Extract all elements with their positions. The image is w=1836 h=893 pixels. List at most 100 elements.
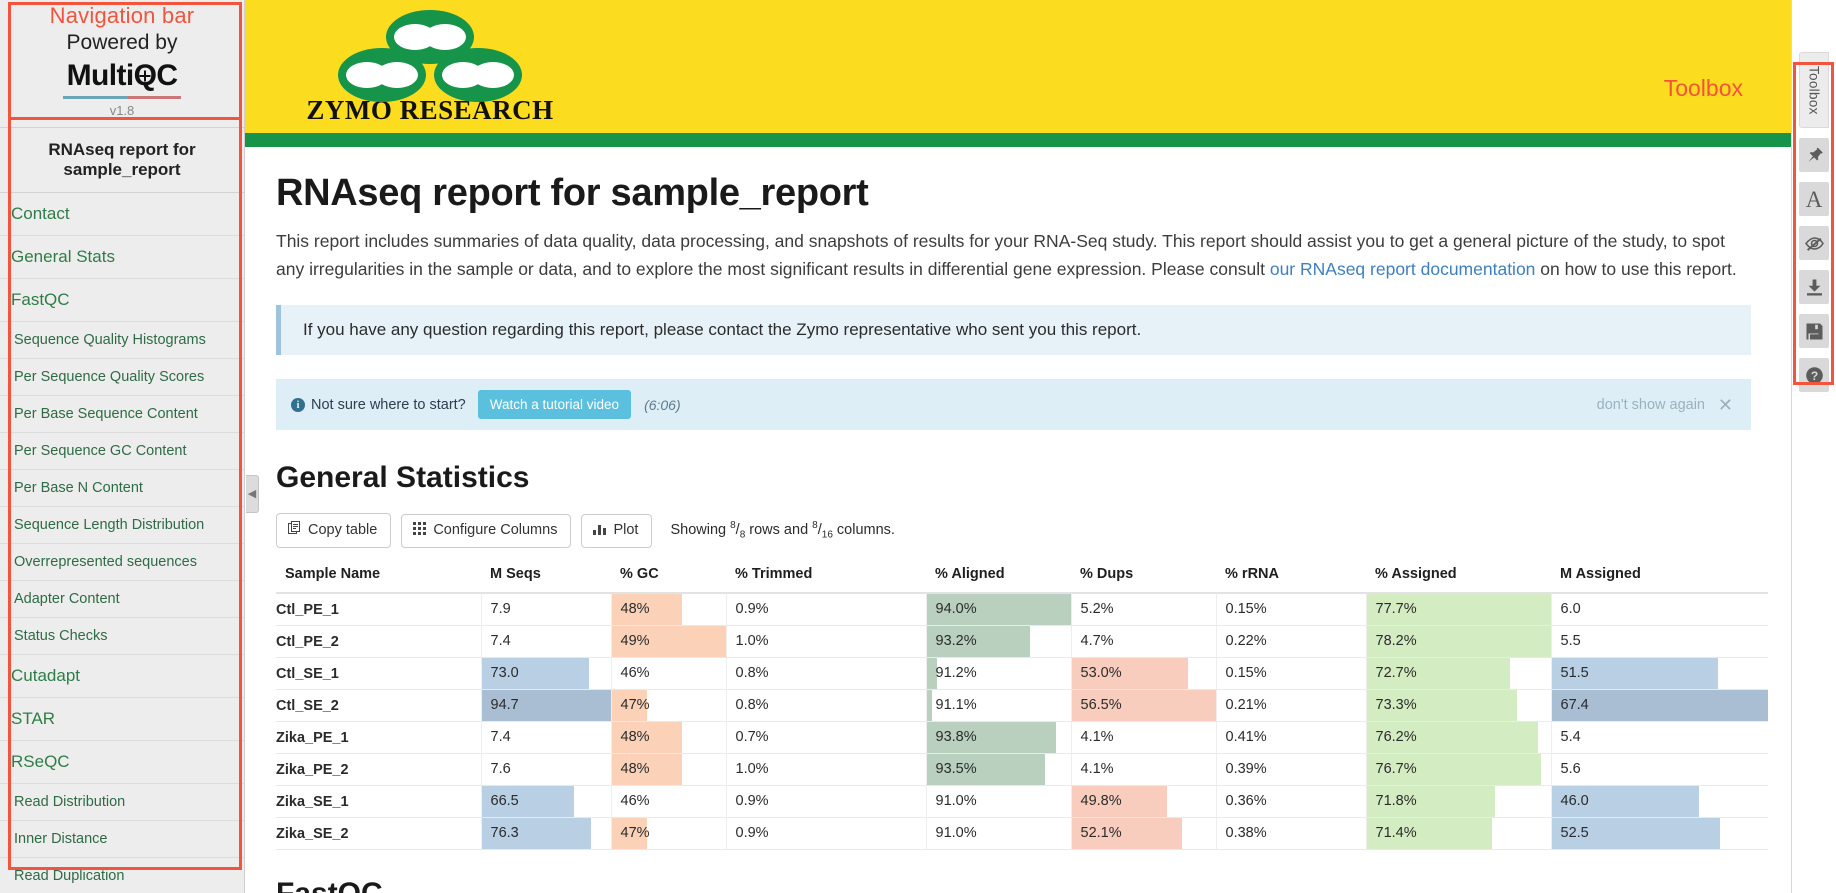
eye-slash-icon[interactable] — [1799, 226, 1829, 260]
cell-dups: 4.1% — [1070, 753, 1216, 786]
cell-sample-name: Zika_SE_2 — [276, 817, 481, 850]
general-statistics-table: Sample Name M Seqs% GC% Trimmed% Aligned%… — [276, 561, 1768, 850]
table-header-row: Sample Name M Seqs% GC% Trimmed% Aligned%… — [276, 561, 1768, 594]
sidebar-item-sequence-quality-histograms[interactable]: Sequence Quality Histograms — [0, 322, 244, 359]
sidebar-item-label: FastQC — [11, 290, 70, 309]
highlight-text-icon[interactable]: A — [1799, 182, 1829, 216]
sidebar-item-label: Per Base N Content — [14, 480, 143, 496]
column-header[interactable]: % rRNA — [1216, 561, 1366, 594]
cell-value: 46.0 — [1560, 793, 1589, 809]
sidebar-item-label: Read Duplication — [14, 868, 125, 884]
cell-trimmed: 0.8% — [725, 657, 926, 690]
cell-trimmed: 0.9% — [725, 817, 926, 850]
dont-show-again-link[interactable]: don't show again — [1597, 397, 1705, 413]
info-circle-icon: i — [291, 397, 305, 412]
cell-value: 46% — [620, 793, 650, 809]
sidebar-item-per-base-n-content[interactable]: Per Base N Content — [0, 470, 244, 507]
sidebar-item-fastqc[interactable]: FastQC — [0, 279, 244, 322]
cell-aligned: 91.2% — [925, 657, 1071, 690]
table-row: Ctl_PE_1 7.9 48% 0.9% 94.0% 5.2% 0.15% 77.7% 6.0 — [276, 593, 1768, 626]
sidebar-item-contact[interactable]: Contact — [0, 193, 244, 236]
table-row: Zika_SE_1 66.5 46% 0.9% 91.0% 49.8% 0.36% 71.8%… — [276, 785, 1768, 818]
cell-value: 4.1% — [1080, 761, 1114, 777]
sidebar-item-label: Sequence Quality Histograms — [14, 332, 206, 348]
multiqc-logo[interactable]: MultiQC — [0, 61, 244, 99]
column-header[interactable]: Sample Name — [276, 561, 481, 594]
sidebar-item-adapter-content[interactable]: Adapter Content — [0, 581, 244, 618]
help-icon[interactable]: ? — [1799, 358, 1829, 392]
sidebar-item-read-distribution[interactable]: Read Distribution — [0, 784, 244, 821]
copy-table-button[interactable]: Copy table — [276, 513, 392, 548]
sidebar-item-cutadapt[interactable]: Cutadapt — [0, 655, 244, 698]
multiqc-logo-c: C — [156, 59, 178, 92]
highlight-text-glyph: A — [1805, 186, 1823, 212]
cell-assigned-pct: 73.3% — [1365, 689, 1551, 722]
showing-prefix: Showing — [670, 521, 731, 538]
save-icon[interactable] — [1799, 314, 1829, 348]
cell-trimmed: 1.0% — [725, 753, 926, 786]
toolbox-tab[interactable]: Toolbox — [1799, 52, 1829, 128]
sidebar-item-rseqc[interactable]: RSeQC — [0, 741, 244, 784]
sidebar-item-sequence-length-distribution[interactable]: Sequence Length Distribution — [0, 507, 244, 544]
download-icon[interactable] — [1799, 270, 1829, 304]
sidebar-item-per-sequence-quality-scores[interactable]: Per Sequence Quality Scores — [0, 359, 244, 396]
cell-gc: 47% — [610, 689, 726, 722]
zymo-cells-graphic — [330, 10, 530, 102]
column-header[interactable]: % Trimmed — [726, 561, 926, 594]
cell-trimmed: 0.9% — [725, 593, 926, 626]
sidebar-item-overrepresented-sequences[interactable]: Overrepresented sequences — [0, 544, 244, 581]
column-header[interactable]: % GC — [611, 561, 726, 594]
sidebar-collapse-handle[interactable]: ◀ — [246, 475, 259, 513]
cell-m-assigned: 5.6 — [1550, 753, 1768, 786]
close-icon[interactable]: ✕ — [1718, 396, 1733, 414]
zymo-logo: ZYMO RESEARCH — [305, 10, 555, 126]
column-header[interactable]: % Aligned — [926, 561, 1071, 594]
cell-value: 67.4 — [1560, 697, 1589, 713]
column-header[interactable]: M Seqs — [481, 561, 611, 594]
cell-value: 93.8% — [935, 729, 977, 745]
sidebar-item-status-checks[interactable]: Status Checks — [0, 618, 244, 655]
intro-paragraph: This report includes summaries of data q… — [276, 227, 1751, 283]
sidebar-report-title: RNAseq report for sample_report — [0, 128, 244, 193]
cell-value: 0.22% — [1225, 633, 1267, 649]
sidebar-item-per-base-sequence-content[interactable]: Per Base Sequence Content — [0, 396, 244, 433]
cell-dups: 56.5% — [1070, 689, 1216, 722]
cell-trimmed: 0.7% — [725, 721, 926, 754]
green-divider-bar — [245, 133, 1791, 147]
contact-info-banner: If you have any question regarding this … — [276, 305, 1751, 355]
cell-value: 49.8% — [1080, 793, 1122, 809]
cell-sample-name: Ctl_PE_1 — [276, 593, 481, 626]
cell-m-assigned: 5.4 — [1550, 721, 1768, 754]
sidebar-item-star[interactable]: STAR — [0, 698, 244, 741]
cell-value: 7.9 — [490, 601, 511, 617]
cell-rrna: 0.15% — [1215, 593, 1366, 626]
logo-underline — [63, 96, 181, 99]
cell-m-assigned: 51.5 — [1550, 657, 1768, 690]
column-header[interactable]: % Dups — [1071, 561, 1216, 594]
toolbox-annotation: Toolbox — [1663, 75, 1743, 101]
cell-gc: 49% — [610, 625, 726, 658]
cell-value: 5.6 — [1560, 761, 1581, 777]
documentation-link[interactable]: our RNAseq report documentation — [1270, 259, 1536, 279]
cell-dups: 49.8% — [1070, 785, 1216, 818]
cell-value: 0.15% — [1225, 665, 1267, 681]
cell-m-seqs: 73.0 — [480, 657, 611, 690]
cell-value: 0.36% — [1225, 793, 1267, 809]
sidebar-item-inner-distance[interactable]: Inner Distance — [0, 821, 244, 858]
zymo-header-banner: ZYMO RESEARCH Toolbox — [245, 0, 1791, 133]
sidebar-item-per-sequence-gc-content[interactable]: Per Sequence GC Content — [0, 433, 244, 470]
cell-value: 52.1% — [1080, 825, 1122, 841]
column-header[interactable]: % Assigned — [1366, 561, 1551, 594]
sidebar-item-general-stats[interactable]: General Stats — [0, 236, 244, 279]
sidebar-item-label: Per Sequence GC Content — [14, 443, 187, 459]
pin-icon[interactable] — [1799, 138, 1829, 172]
watch-tutorial-video-button[interactable]: Watch a tutorial video — [477, 390, 632, 419]
sidebar-item-label: Sequence Length Distribution — [14, 517, 205, 533]
plot-button[interactable]: Plot — [581, 513, 653, 548]
column-header[interactable]: M Assigned — [1551, 561, 1768, 594]
sidebar-item-read-duplication[interactable]: Read Duplication — [0, 858, 244, 893]
cell-aligned: 94.0% — [925, 593, 1071, 626]
cell-value: 5.2% — [1080, 601, 1114, 617]
cell-value: 7.4 — [490, 729, 511, 745]
configure-columns-button[interactable]: Configure Columns — [401, 513, 572, 548]
